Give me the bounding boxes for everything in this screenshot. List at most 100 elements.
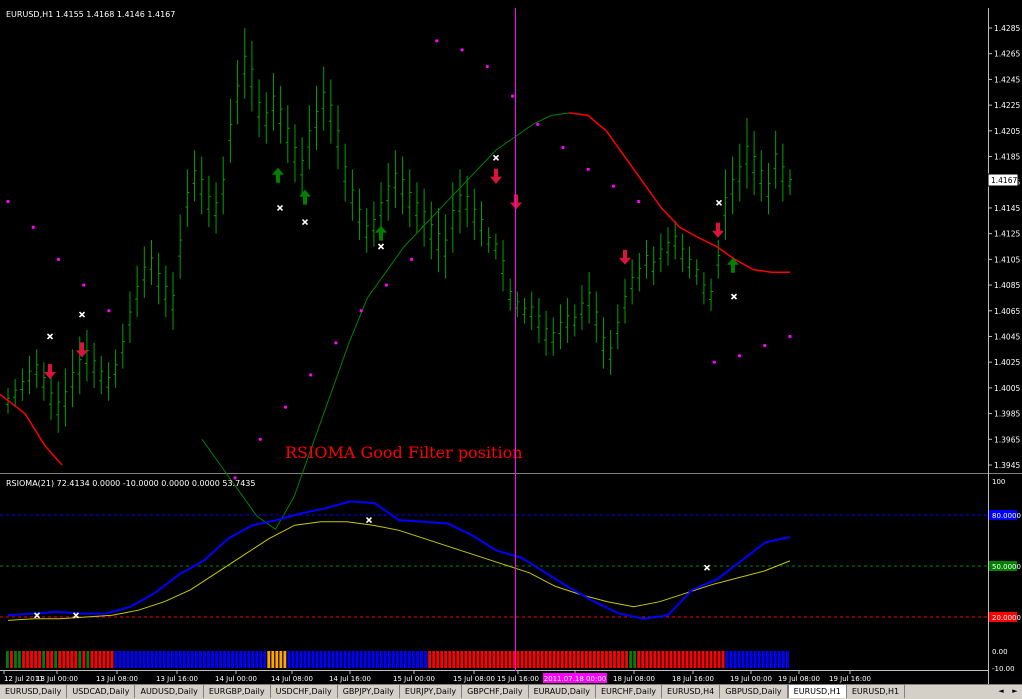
chart-tab[interactable]: EURUSD,H4 bbox=[662, 685, 721, 698]
histogram-bar bbox=[424, 651, 427, 668]
price-axis-label: 1.4145 bbox=[994, 204, 1020, 213]
histogram-bar bbox=[516, 651, 520, 668]
histogram-bar bbox=[436, 651, 440, 668]
histogram-bar bbox=[633, 651, 637, 668]
histogram-bar bbox=[464, 651, 468, 668]
histogram-bar bbox=[186, 651, 190, 668]
sar-dot bbox=[6, 199, 10, 204]
histogram-bar bbox=[460, 651, 464, 668]
histogram-bar bbox=[239, 651, 243, 668]
histogram-bar bbox=[432, 651, 435, 668]
chart-tab[interactable]: EURCHF,Daily bbox=[596, 685, 663, 698]
chart-tab[interactable]: EURUSD,H1 bbox=[847, 685, 906, 698]
histogram-bar bbox=[66, 651, 70, 668]
histogram-bar bbox=[488, 651, 492, 668]
histogram-bar bbox=[10, 651, 13, 668]
histogram-bar bbox=[645, 651, 649, 668]
histogram-bar bbox=[255, 651, 259, 668]
histogram-bar bbox=[375, 651, 379, 668]
chart-tab[interactable]: GBPJPY,Daily bbox=[338, 685, 400, 698]
histogram-bar bbox=[448, 651, 452, 668]
histogram-bar bbox=[544, 651, 548, 668]
chart-tab[interactable]: EURJPY,Daily bbox=[400, 685, 463, 698]
sar-dot bbox=[485, 64, 489, 69]
histogram-bar bbox=[520, 651, 524, 668]
chart-tab[interactable]: EURGBP,Daily bbox=[204, 685, 271, 698]
sar-dot bbox=[283, 405, 288, 409]
histogram-bar bbox=[532, 651, 536, 668]
histogram-bar bbox=[452, 651, 456, 668]
tab-scroll-controls: ◄ ► bbox=[994, 685, 1022, 699]
histogram-bar bbox=[271, 651, 275, 668]
chart-tab[interactable]: USDCAD,Daily bbox=[67, 685, 136, 698]
chart-tab[interactable]: GBPCHF,Daily bbox=[462, 685, 529, 698]
histogram-bar bbox=[62, 651, 66, 668]
histogram-bar bbox=[512, 651, 516, 668]
histogram-bar bbox=[50, 651, 54, 668]
histogram-bar bbox=[484, 651, 488, 668]
histogram-bar bbox=[194, 651, 198, 668]
chart-tab[interactable]: GBPUSD,Daily bbox=[720, 685, 788, 698]
histogram-bar bbox=[331, 651, 335, 668]
time-axis-label: 18 Jul 08:00 bbox=[613, 675, 655, 683]
histogram-bar bbox=[560, 651, 564, 668]
histogram-bar bbox=[629, 651, 632, 668]
histogram-bar bbox=[404, 651, 407, 668]
histogram-bar bbox=[408, 651, 411, 668]
histogram-bar bbox=[315, 651, 319, 668]
time-axis-label: 15 Jul 16:00 bbox=[497, 675, 539, 683]
histogram-bar bbox=[717, 651, 721, 668]
histogram-bar bbox=[319, 651, 323, 668]
sar-dot bbox=[536, 122, 540, 126]
histogram-bar bbox=[211, 651, 214, 668]
chart-tab[interactable]: USDCHF,Daily bbox=[271, 685, 338, 698]
histogram-bar bbox=[6, 651, 9, 668]
histogram-bar bbox=[588, 651, 592, 668]
sar-dot bbox=[435, 39, 439, 43]
histogram-bar bbox=[395, 651, 399, 668]
chart-tab[interactable]: EURUSD,Daily bbox=[0, 685, 68, 698]
histogram-bar bbox=[584, 651, 588, 668]
histogram-bar bbox=[480, 651, 484, 668]
scroll-right-icon[interactable]: ► bbox=[1008, 685, 1022, 699]
chart-window: EURUSD,H1 1.4155 1.4168 1.4146 1.4167 RS… bbox=[0, 0, 1022, 684]
histogram-bar bbox=[243, 651, 247, 668]
histogram-bar bbox=[190, 651, 194, 668]
sar-dot bbox=[586, 167, 590, 171]
histogram-bar bbox=[689, 651, 693, 668]
scroll-left-icon[interactable]: ◄ bbox=[994, 685, 1008, 699]
price-axis-label: 1.4225 bbox=[994, 101, 1020, 110]
histogram-bar bbox=[70, 651, 74, 668]
histogram-bar bbox=[741, 651, 745, 668]
chart-tab[interactable]: EURAUD,Daily bbox=[529, 685, 596, 698]
histogram-bar bbox=[657, 651, 661, 668]
histogram-bar bbox=[363, 651, 367, 668]
price-axis-label: 1.4005 bbox=[994, 384, 1020, 393]
histogram-bar bbox=[753, 651, 757, 668]
histogram-bar bbox=[383, 651, 387, 668]
histogram-bar bbox=[215, 651, 218, 668]
time-axis-label: 14 Jul 16:00 bbox=[329, 675, 371, 683]
price-axis-label: 1.4125 bbox=[994, 230, 1020, 239]
histogram-bar bbox=[693, 651, 697, 668]
annotation-label: RSIOMA Good Filter position bbox=[285, 443, 523, 462]
histogram-bar bbox=[323, 651, 327, 668]
histogram-bar bbox=[279, 651, 283, 668]
sar-dot bbox=[561, 145, 565, 150]
sar-dot bbox=[384, 283, 388, 287]
time-axis-label: 15 Jul 08:00 bbox=[453, 675, 495, 683]
histogram-bar bbox=[18, 651, 21, 668]
chart-tab[interactable]: AUDUSD,Daily bbox=[135, 685, 204, 698]
histogram-bar bbox=[295, 651, 299, 668]
histogram-bar bbox=[247, 651, 251, 668]
histogram-bar bbox=[351, 651, 355, 668]
histogram-bar bbox=[733, 651, 737, 668]
histogram-bar bbox=[697, 651, 701, 668]
histogram-bar bbox=[468, 651, 472, 668]
chart-tab[interactable]: EURUSD,H1 bbox=[787, 685, 847, 698]
histogram-bar bbox=[665, 651, 669, 668]
histogram-bar bbox=[428, 651, 431, 668]
histogram-bar bbox=[267, 651, 271, 668]
time-axis-label: 2011.07.18 00:00 bbox=[544, 675, 606, 683]
histogram-bar bbox=[749, 651, 753, 668]
